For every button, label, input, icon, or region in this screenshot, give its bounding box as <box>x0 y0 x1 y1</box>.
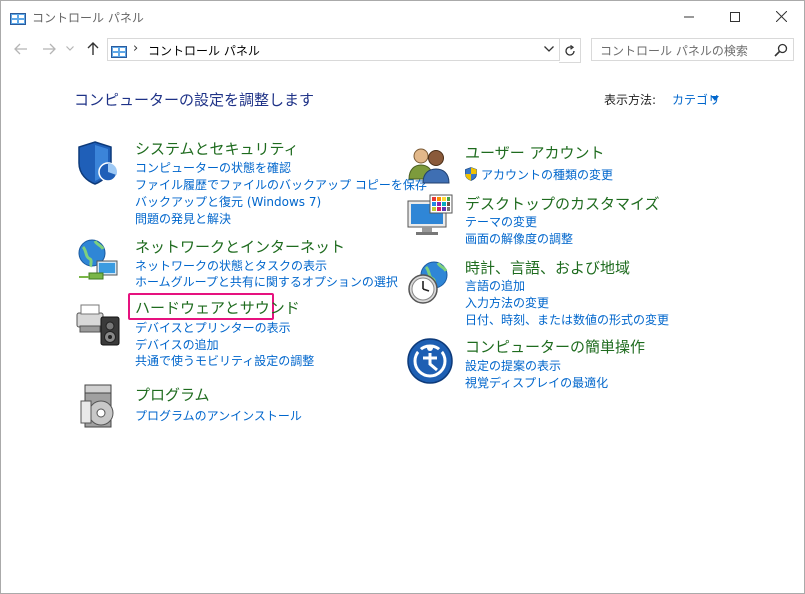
link-suggested-settings[interactable]: 設定の提案の表示 <box>465 357 561 374</box>
network-globe-icon[interactable] <box>75 237 123 285</box>
uac-shield-icon <box>465 166 477 181</box>
shield-icon[interactable] <box>75 139 123 187</box>
back-arrow-icon <box>14 43 27 55</box>
forward-arrow-icon <box>43 43 56 55</box>
address-dropdown-button[interactable] <box>542 42 556 56</box>
category-title-clock-language-region[interactable]: 時計、言語、および地域 <box>465 257 630 278</box>
link-homegroup-sharing-options[interactable]: ホームグループと共有に関するオプションの選択 <box>135 273 398 290</box>
refresh-icon <box>564 44 575 56</box>
back-button[interactable] <box>11 39 31 59</box>
link-uninstall-program[interactable]: プログラムのアンインストール <box>135 407 302 424</box>
chevron-down-icon <box>544 46 554 52</box>
link-add-device[interactable]: デバイスの追加 <box>135 336 219 353</box>
category-title-hardware-sound[interactable]: ハードウェアとサウンド <box>135 297 300 318</box>
link-mobility-settings[interactable]: 共通で使うモビリティ設定の調整 <box>135 352 314 369</box>
category-title-system-security[interactable]: システムとセキュリティ <box>135 138 299 159</box>
link-file-history-backup[interactable]: ファイル履歴でファイルのバックアップ コピーを保存 <box>135 176 427 193</box>
window-title: コントロール パネル <box>32 11 144 25</box>
minimize-button[interactable] <box>666 1 712 32</box>
forward-button[interactable] <box>39 39 59 59</box>
link-optimize-visual-display[interactable]: 視覚ディスプレイの最適化 <box>465 374 608 391</box>
search-input[interactable]: コントロール パネルの検索 <box>600 42 748 59</box>
link-backup-restore[interactable]: バックアップと復元 (Windows 7) <box>135 193 321 210</box>
maximize-icon <box>730 11 740 22</box>
control-panel-icon <box>111 43 127 58</box>
programs-disc-icon[interactable] <box>75 383 123 431</box>
control-panel-icon <box>10 10 26 25</box>
close-button[interactable] <box>758 1 804 32</box>
ease-of-access-icon[interactable] <box>406 337 454 385</box>
view-by-caret-icon[interactable] <box>711 96 719 101</box>
minimize-icon <box>684 16 694 17</box>
link-change-input-method[interactable]: 入力方法の変更 <box>465 294 549 311</box>
refresh-button[interactable] <box>559 38 581 63</box>
category-title-ease-of-access[interactable]: コンピューターの簡単操作 <box>465 336 645 357</box>
link-adjust-resolution[interactable]: 画面の解像度の調整 <box>465 230 573 247</box>
maximize-button[interactable] <box>712 1 758 32</box>
control-panel-window: コントロール パネル › コントロール パネル コントロール パネルの検索 コン… <box>0 0 805 594</box>
address-bar[interactable]: › コントロール パネル <box>107 38 560 61</box>
up-arrow-icon <box>87 42 99 55</box>
chevron-down-icon <box>66 46 74 51</box>
search-box[interactable]: コントロール パネルの検索 <box>591 38 794 61</box>
link-add-language[interactable]: 言語の追加 <box>465 277 525 294</box>
breadcrumb-separator[interactable]: › <box>133 41 138 56</box>
page-heading: コンピューターの設定を調整します <box>74 91 315 109</box>
category-title-network-internet[interactable]: ネットワークとインターネット <box>135 236 345 257</box>
close-icon <box>775 11 787 22</box>
search-icon[interactable] <box>774 42 788 57</box>
view-by-label: 表示方法: <box>604 93 657 107</box>
link-devices-printers[interactable]: デバイスとプリンターの表示 <box>135 319 291 336</box>
breadcrumb-control-panel[interactable]: コントロール パネル <box>148 42 260 59</box>
link-change-date-time-number-formats[interactable]: 日付、時刻、または数値の形式の変更 <box>465 311 669 328</box>
link-change-theme[interactable]: テーマの変更 <box>465 213 537 230</box>
category-title-appearance-personalization[interactable]: デスクトップのカスタマイズ <box>465 193 660 214</box>
clock-globe-icon[interactable] <box>406 259 454 307</box>
category-title-user-accounts[interactable]: ユーザー アカウント <box>465 142 604 163</box>
link-network-status-tasks[interactable]: ネットワークの状態とタスクの表示 <box>135 257 327 274</box>
title-bar[interactable]: コントロール パネル <box>1 1 804 32</box>
up-button[interactable] <box>83 39 103 59</box>
users-icon[interactable] <box>406 141 454 189</box>
category-title-programs[interactable]: プログラム <box>135 384 210 405</box>
link-find-fix-problems[interactable]: 問題の発見と解決 <box>135 210 231 227</box>
link-change-account-type[interactable]: アカウントの種類の変更 <box>481 166 613 183</box>
recent-locations-button[interactable] <box>63 39 77 59</box>
printer-speaker-icon[interactable] <box>75 299 123 347</box>
link-check-computer-status[interactable]: コンピューターの状態を確認 <box>135 159 291 176</box>
monitor-palette-icon[interactable] <box>406 193 454 241</box>
